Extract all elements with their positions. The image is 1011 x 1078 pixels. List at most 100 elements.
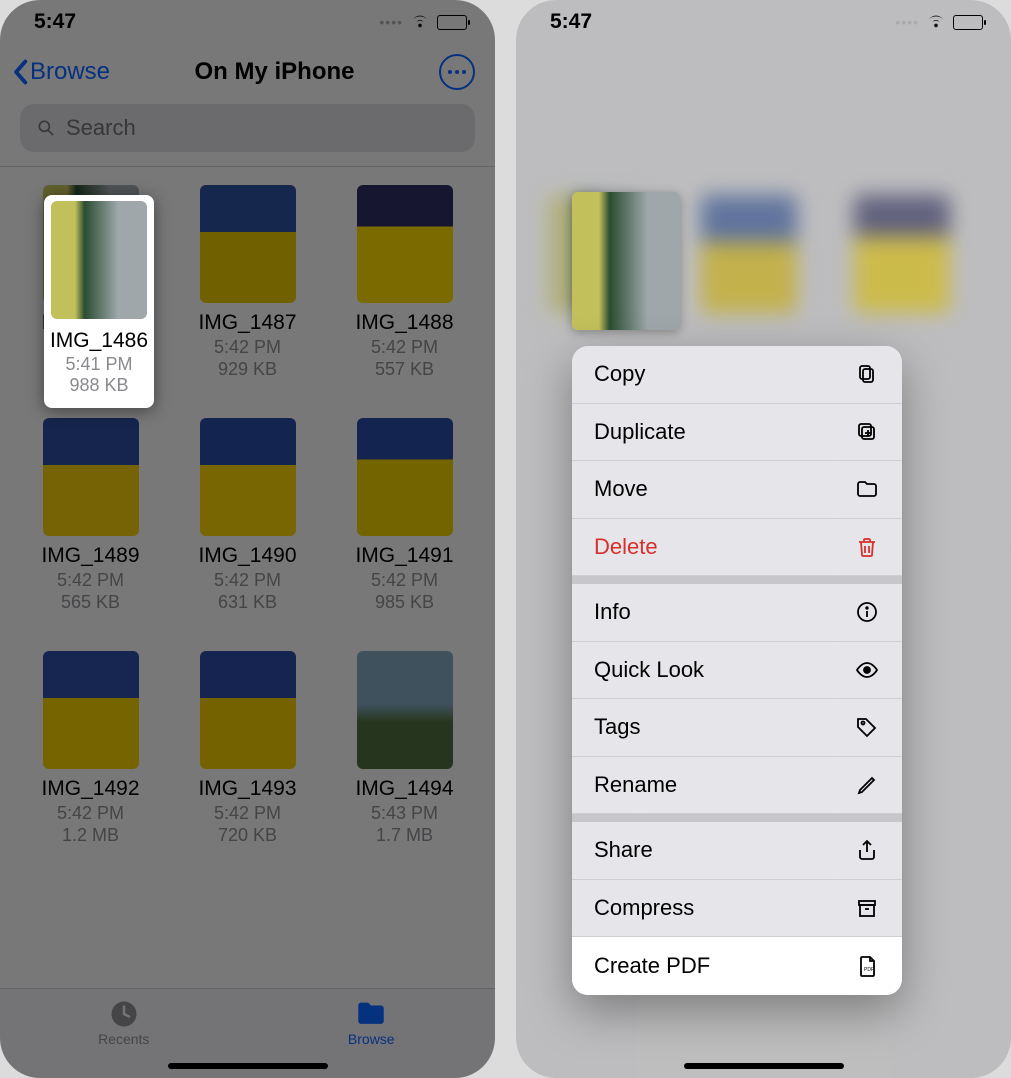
selected-file-thumbnail[interactable] (572, 192, 680, 330)
status-icons: •••• (379, 9, 467, 36)
file-thumbnail (43, 651, 139, 769)
file-item[interactable]: IMG_1493 5:42 PM 720 KB (171, 651, 324, 846)
pdf-icon: PDF (854, 953, 880, 979)
menu-copy[interactable]: Copy (572, 346, 902, 404)
status-bar: 5:47 •••• (0, 0, 495, 44)
search-input[interactable]: Search (20, 104, 475, 152)
file-time: 5:42 PM (214, 337, 281, 358)
menu-tags[interactable]: Tags (572, 699, 902, 757)
share-icon (854, 837, 880, 863)
status-bar: 5:47 •••• (516, 0, 1011, 44)
battery-icon (437, 15, 467, 30)
highlighted-file[interactable]: IMG_1486 5:41 PM 988 KB (44, 195, 154, 408)
menu-rename[interactable]: Rename (572, 757, 902, 815)
menu-label: Delete (594, 534, 658, 560)
menu-delete[interactable]: Delete (572, 519, 902, 577)
cellular-dots-icon: •••• (379, 14, 403, 30)
file-item[interactable]: IMG_1492 5:42 PM 1.2 MB (14, 651, 167, 846)
file-time: 5:42 PM (214, 803, 281, 824)
file-item[interactable]: IMG_1487 5:42 PM 929 KB (171, 185, 324, 380)
menu-separator (572, 576, 902, 584)
file-time: 5:42 PM (214, 570, 281, 591)
file-time: 5:42 PM (371, 337, 438, 358)
file-time: 5:42 PM (57, 570, 124, 591)
file-name: IMG_1493 (198, 777, 296, 801)
file-time: 5:41 PM (65, 354, 132, 375)
file-size: 557 KB (375, 359, 434, 380)
file-thumbnail (200, 651, 296, 769)
menu-label: Rename (594, 772, 677, 798)
copy-icon (854, 361, 880, 387)
menu-compress[interactable]: Compress (572, 880, 902, 938)
menu-label: Info (594, 599, 631, 625)
file-size: 929 KB (218, 359, 277, 380)
back-label: Browse (30, 58, 110, 86)
file-item[interactable]: IMG_1488 5:42 PM 557 KB (328, 185, 481, 380)
home-indicator[interactable] (684, 1063, 844, 1069)
clock-icon (107, 997, 141, 1031)
file-item[interactable]: IMG_1494 5:43 PM 1.7 MB (328, 651, 481, 846)
info-icon (854, 599, 880, 625)
file-name: IMG_1494 (355, 777, 453, 801)
search-placeholder: Search (66, 115, 136, 141)
file-name: IMG_1487 (198, 311, 296, 335)
tag-icon (854, 714, 880, 740)
cellular-dots-icon: •••• (895, 14, 919, 30)
svg-text:PDF: PDF (864, 967, 874, 973)
back-button[interactable]: Browse (10, 58, 110, 86)
file-item[interactable]: IMG_1490 5:42 PM 631 KB (171, 418, 324, 613)
pencil-icon (854, 772, 880, 798)
menu-separator (572, 814, 902, 822)
file-size: 988 KB (69, 375, 128, 396)
home-indicator[interactable] (168, 1063, 328, 1069)
menu-quick-look[interactable]: Quick Look (572, 642, 902, 700)
file-name: IMG_1488 (355, 311, 453, 335)
archive-icon (854, 895, 880, 921)
trash-icon (854, 534, 880, 560)
file-name: IMG_1486 (50, 329, 148, 353)
menu-share[interactable]: Share (572, 822, 902, 880)
file-name: IMG_1492 (41, 777, 139, 801)
file-thumbnail (357, 185, 453, 303)
file-thumbnail (200, 418, 296, 536)
file-size: 565 KB (61, 592, 120, 613)
menu-move[interactable]: Move (572, 461, 902, 519)
context-menu: Copy Duplicate Move Delete Info (572, 346, 902, 995)
menu-duplicate[interactable]: Duplicate (572, 404, 902, 462)
file-name: IMG_1489 (41, 544, 139, 568)
folder-icon (854, 476, 880, 502)
page-title: On My iPhone (195, 58, 355, 86)
menu-label: Create PDF (594, 953, 710, 979)
file-item[interactable]: IMG_1489 5:42 PM 565 KB (14, 418, 167, 613)
left-screen: 5:47 •••• Browse On My iPhone Search IMG… (0, 0, 495, 1078)
file-name: IMG_1491 (355, 544, 453, 568)
eye-icon (854, 657, 880, 683)
status-time: 5:47 (550, 10, 592, 34)
duplicate-icon (854, 419, 880, 445)
file-size: 1.7 MB (376, 825, 433, 846)
file-name: IMG_1490 (198, 544, 296, 568)
status-icons: •••• (895, 9, 983, 36)
menu-label: Quick Look (594, 657, 704, 683)
file-thumbnail (43, 418, 139, 536)
file-time: 5:42 PM (371, 570, 438, 591)
tab-label: Recents (98, 1031, 149, 1047)
wifi-icon (925, 9, 947, 36)
file-thumbnail (51, 201, 147, 319)
file-size: 1.2 MB (62, 825, 119, 846)
nav-bar: Browse On My iPhone (0, 44, 495, 100)
right-screen: 5:47 •••• Copy Duplicate Move (516, 0, 1011, 1078)
menu-label: Tags (594, 714, 640, 740)
file-time: 5:43 PM (371, 803, 438, 824)
battery-icon (953, 15, 983, 30)
menu-info[interactable]: Info (572, 584, 902, 642)
file-size: 631 KB (218, 592, 277, 613)
more-button[interactable] (439, 54, 475, 90)
wifi-icon (409, 9, 431, 36)
file-item[interactable]: IMG_1491 5:42 PM 985 KB (328, 418, 481, 613)
file-thumbnail (357, 651, 453, 769)
tab-label: Browse (348, 1031, 395, 1047)
file-thumbnail (357, 418, 453, 536)
menu-create-pdf[interactable]: Create PDF PDF (572, 937, 902, 995)
menu-label: Share (594, 837, 653, 863)
